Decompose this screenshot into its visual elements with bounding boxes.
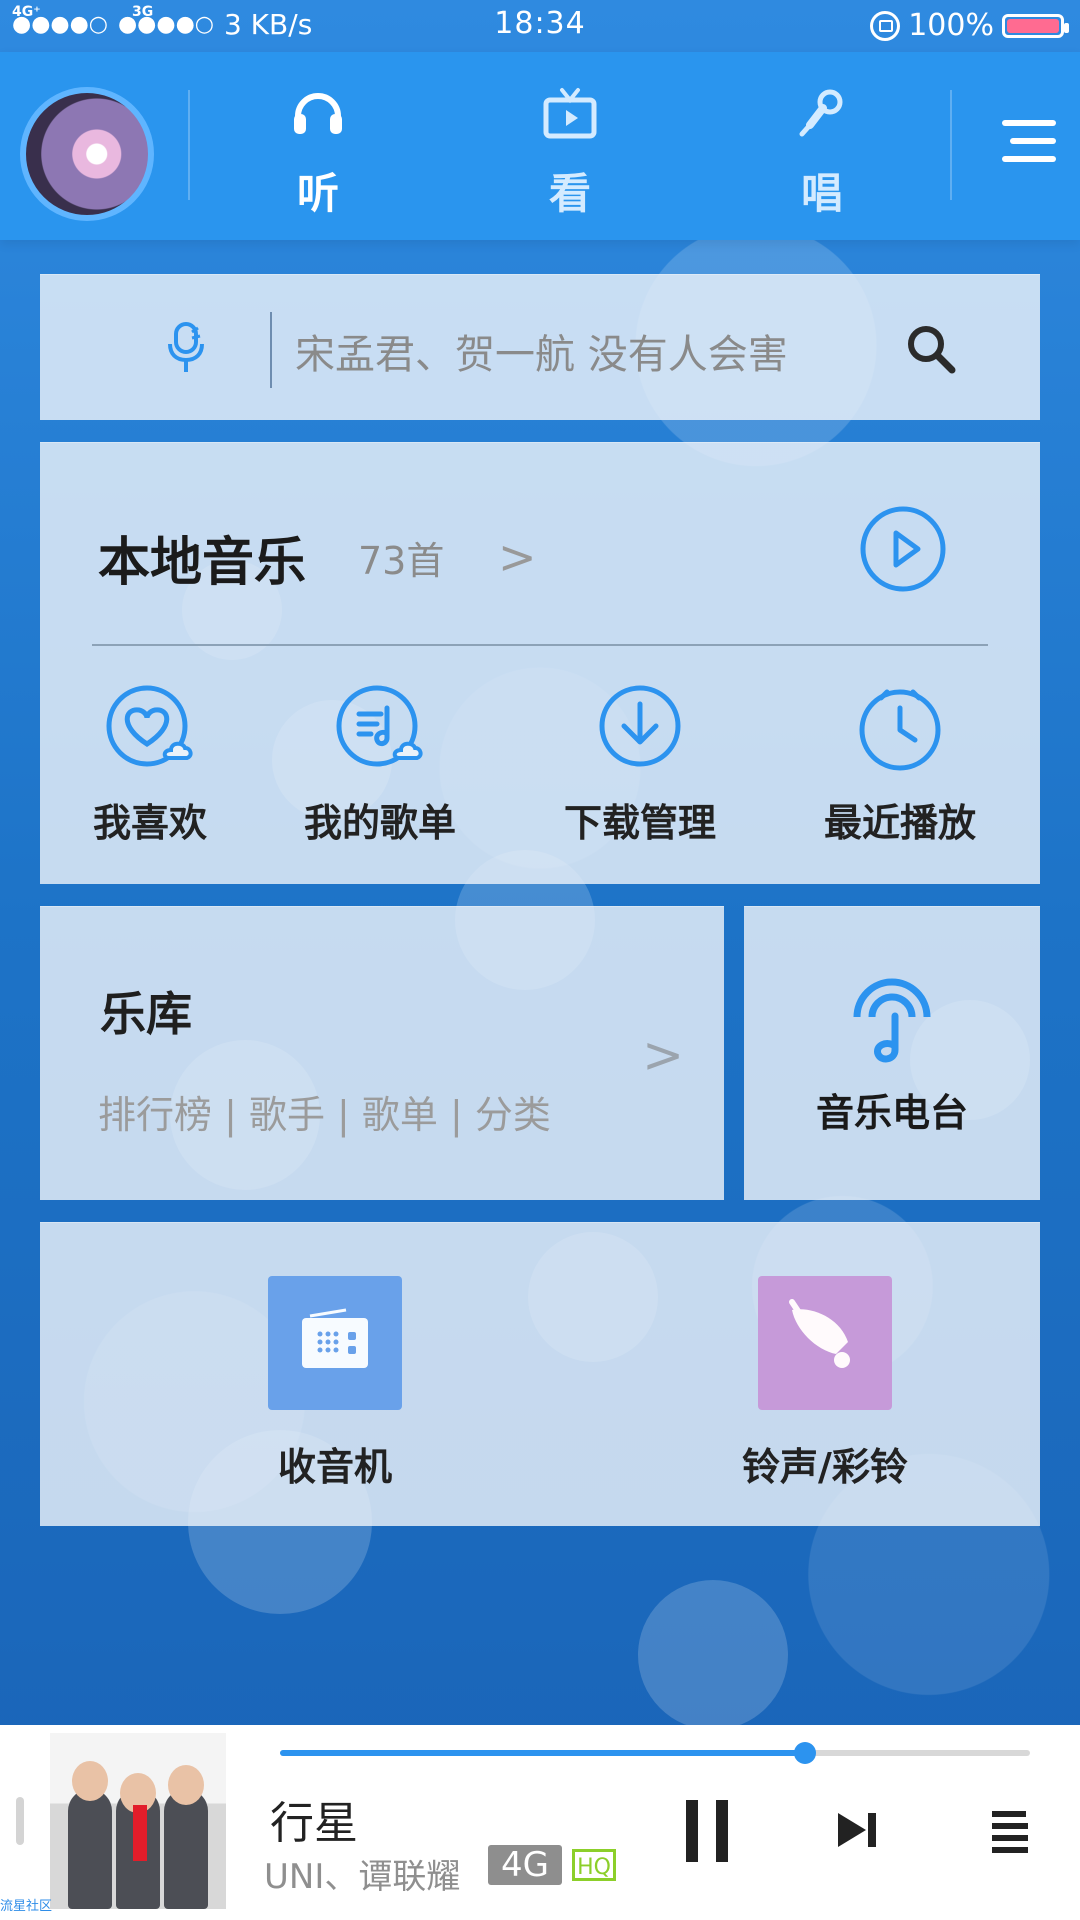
next-track-icon[interactable] xyxy=(834,1809,880,1851)
bell-icon xyxy=(789,1299,850,1368)
album-person-head-1 xyxy=(72,1761,108,1801)
local-music-panel: 本地音乐 73首 > 我喜欢 我的歌单 下载管理 最近播放 xyxy=(40,442,1040,884)
download-icon xyxy=(599,685,681,767)
music-library-arrow[interactable]: > xyxy=(642,1026,684,1084)
playback-progress-fill xyxy=(280,1750,805,1756)
tab-sing[interactable]: 唱 xyxy=(752,72,892,222)
radio-tool[interactable]: 收音机 xyxy=(225,1276,445,1489)
menu-line xyxy=(1010,138,1056,144)
tab-watch[interactable]: 看 xyxy=(500,72,640,222)
music-library-categories: 排行榜 | 歌手 | 歌单 | 分类 xyxy=(98,1093,551,1137)
status-bar: 4G⁺ 3G ●●●●○ ●●●●○ 3 KB/s 18:34 100% xyxy=(0,0,1080,52)
menu-icon[interactable] xyxy=(1002,120,1056,168)
pause-bar xyxy=(716,1800,728,1862)
pause-bar xyxy=(686,1800,698,1862)
playlist-line xyxy=(992,1823,1028,1829)
status-right: 100% xyxy=(870,8,1069,43)
radio-icon xyxy=(302,1308,368,1368)
song-title[interactable]: 行星 xyxy=(270,1787,358,1851)
my-playlists-entry[interactable]: 我的歌单 xyxy=(270,680,490,852)
player-handle[interactable] xyxy=(16,1797,24,1845)
play-all-icon[interactable] xyxy=(858,504,948,594)
search-input[interactable]: 宋孟君、贺一航 没有人会害 xyxy=(295,322,915,380)
network-quality-badge: 4G xyxy=(488,1845,562,1885)
tab-sing-label: 唱 xyxy=(800,169,843,218)
search-divider xyxy=(270,312,272,388)
search-bar[interactable]: 宋孟君、贺一航 没有人会害 xyxy=(40,274,1040,420)
search-icon[interactable] xyxy=(904,322,958,376)
music-library-panel[interactable]: 乐库 排行榜 | 歌手 | 歌单 | 分类 > xyxy=(40,906,724,1200)
mini-player: 行星 UNI、谭联耀 4G HQ 流星社区 xyxy=(0,1725,1080,1920)
recent-play-entry[interactable]: 最近播放 xyxy=(790,680,1010,852)
watermark: 流星社区 xyxy=(0,1899,53,1914)
battery-icon xyxy=(1002,13,1069,38)
local-music-arrow[interactable]: > xyxy=(498,530,537,584)
music-radio-panel[interactable]: 音乐电台 xyxy=(744,906,1040,1200)
album-person-scarf xyxy=(133,1805,147,1861)
audio-quality-badge: HQ xyxy=(572,1849,616,1881)
playlist-icon[interactable] xyxy=(984,1811,1028,1853)
playlist-line xyxy=(992,1811,1026,1817)
tab-watch-label: 看 xyxy=(548,169,591,218)
download-management-entry[interactable]: 下载管理 xyxy=(530,680,750,852)
local-music-title[interactable]: 本地音乐 xyxy=(98,520,306,595)
nav-divider-right xyxy=(950,90,952,200)
heart-cloud-icon xyxy=(106,685,193,767)
music-list-cloud-icon xyxy=(336,685,423,767)
local-music-divider xyxy=(92,644,988,646)
battery-fill xyxy=(1007,18,1059,33)
tools-panel: 收音机 铃声/彩铃 xyxy=(40,1222,1040,1526)
recent-play-label: 最近播放 xyxy=(823,801,976,845)
microphone-icon xyxy=(799,89,843,137)
favorites-label: 我喜欢 xyxy=(92,801,207,845)
album-person-3 xyxy=(164,1789,208,1909)
headphones-icon xyxy=(294,93,342,134)
playback-progress-knob[interactable] xyxy=(794,1742,816,1764)
background-bokeh xyxy=(638,1580,788,1730)
voice-search-icon[interactable] xyxy=(162,320,210,376)
ringtone-label: 铃声/彩铃 xyxy=(742,1445,908,1489)
playlist-line xyxy=(992,1835,1028,1841)
top-navigation: 听 看 唱 xyxy=(0,52,1080,240)
nav-divider-left xyxy=(188,90,190,200)
album-person-1 xyxy=(68,1789,112,1909)
download-management-label: 下载管理 xyxy=(563,801,716,845)
album-person-head-3 xyxy=(168,1765,204,1805)
local-music-count: 73首 xyxy=(358,539,445,583)
album-cover[interactable] xyxy=(50,1733,226,1909)
radio-label: 收音机 xyxy=(277,1445,392,1489)
tab-listen-label: 听 xyxy=(296,169,339,218)
clock-icon xyxy=(859,689,941,771)
playback-progress[interactable] xyxy=(280,1742,1030,1764)
music-library-title: 乐库 xyxy=(100,987,192,1041)
tab-listen[interactable]: 听 xyxy=(248,72,388,222)
ringtone-tile xyxy=(758,1276,892,1410)
artist-name: UNI、谭联耀 xyxy=(264,1857,461,1897)
menu-line xyxy=(1002,120,1056,126)
rotation-lock-icon xyxy=(870,10,901,41)
avatar[interactable] xyxy=(20,87,154,221)
ringtone-tool[interactable]: 铃声/彩铃 xyxy=(715,1276,935,1489)
radio-tile xyxy=(268,1276,402,1410)
tv-icon xyxy=(543,88,597,139)
menu-line xyxy=(1002,156,1056,162)
pause-button[interactable] xyxy=(686,1800,728,1862)
battery-percentage: 100% xyxy=(908,8,994,43)
playlist-line xyxy=(992,1847,1028,1853)
favorites-entry[interactable]: 我喜欢 xyxy=(40,680,260,852)
music-radio-label: 音乐电台 xyxy=(815,1091,968,1135)
my-playlists-label: 我的歌单 xyxy=(303,801,456,845)
radio-waves-icon xyxy=(853,978,931,1063)
